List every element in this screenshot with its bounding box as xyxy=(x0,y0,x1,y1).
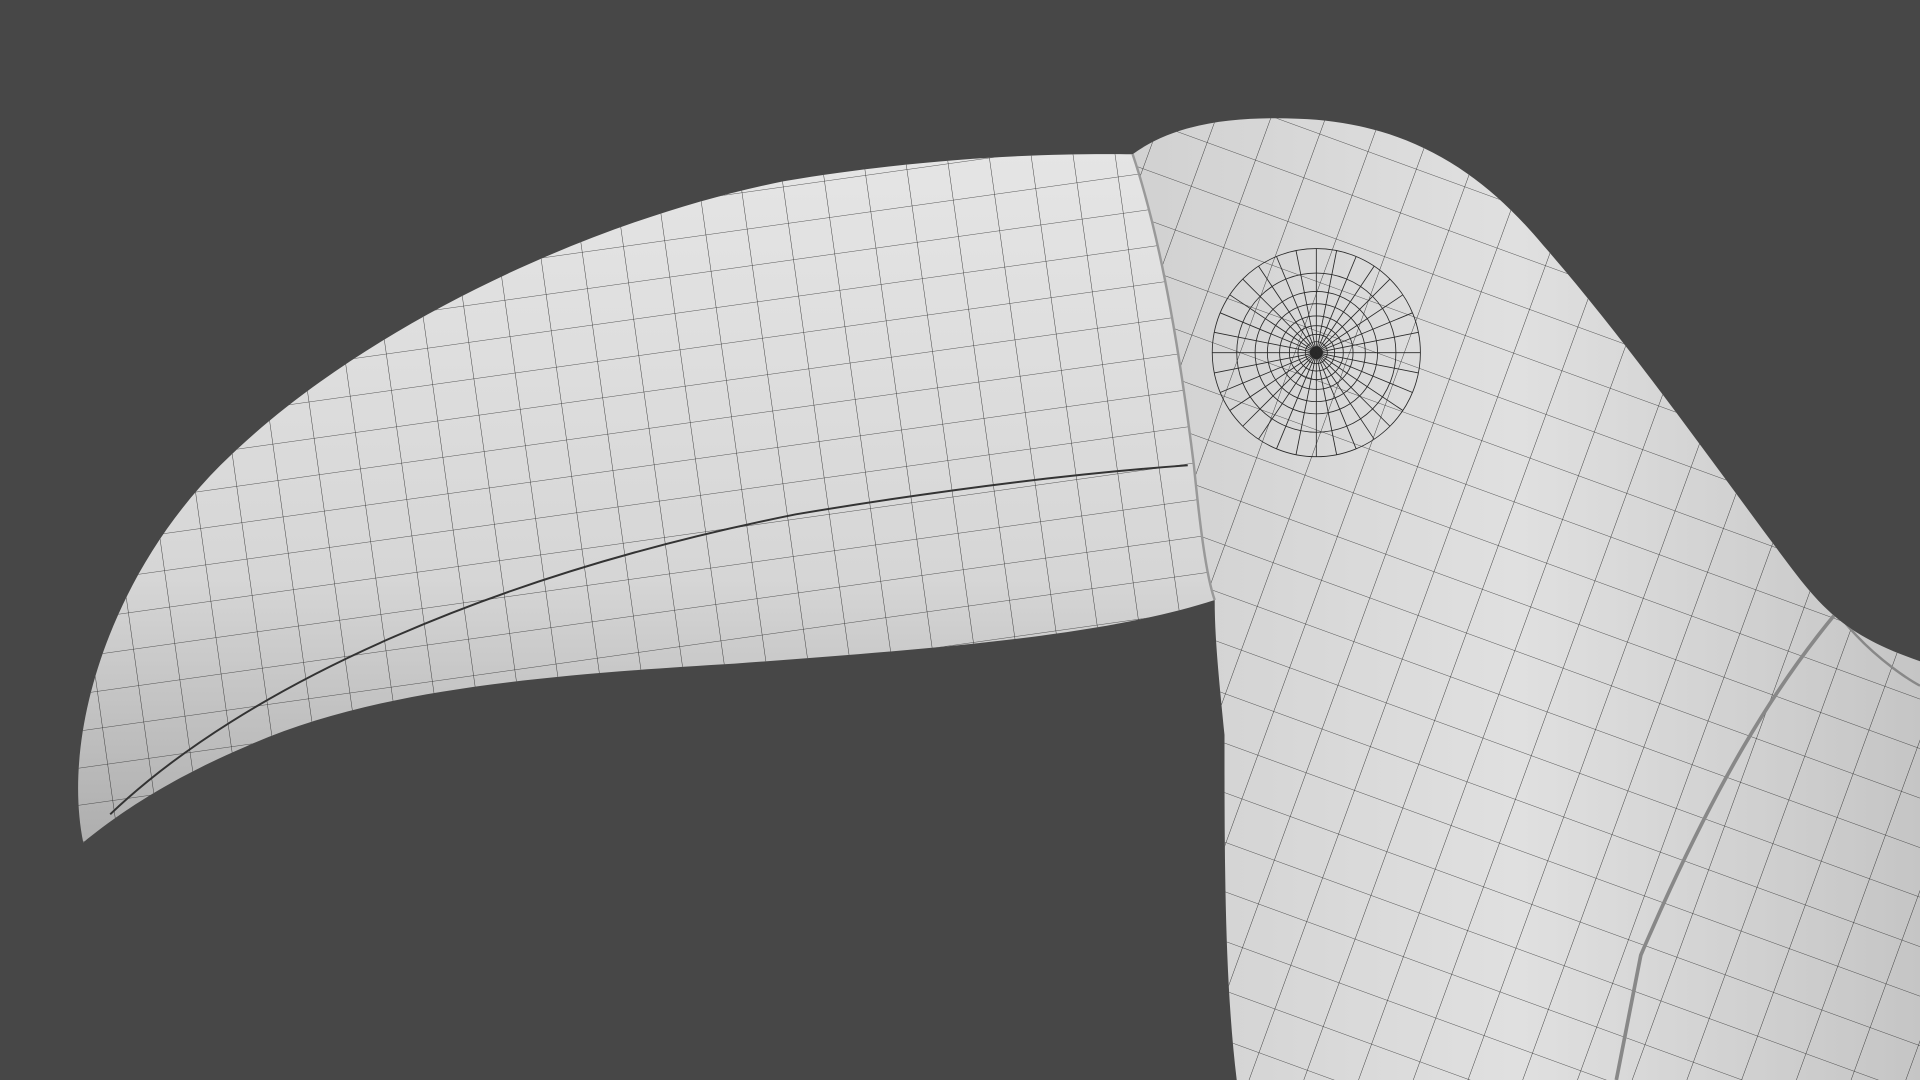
eye xyxy=(1211,248,1421,458)
toucan-mesh xyxy=(0,0,1920,1080)
viewport-render xyxy=(0,0,1920,1080)
